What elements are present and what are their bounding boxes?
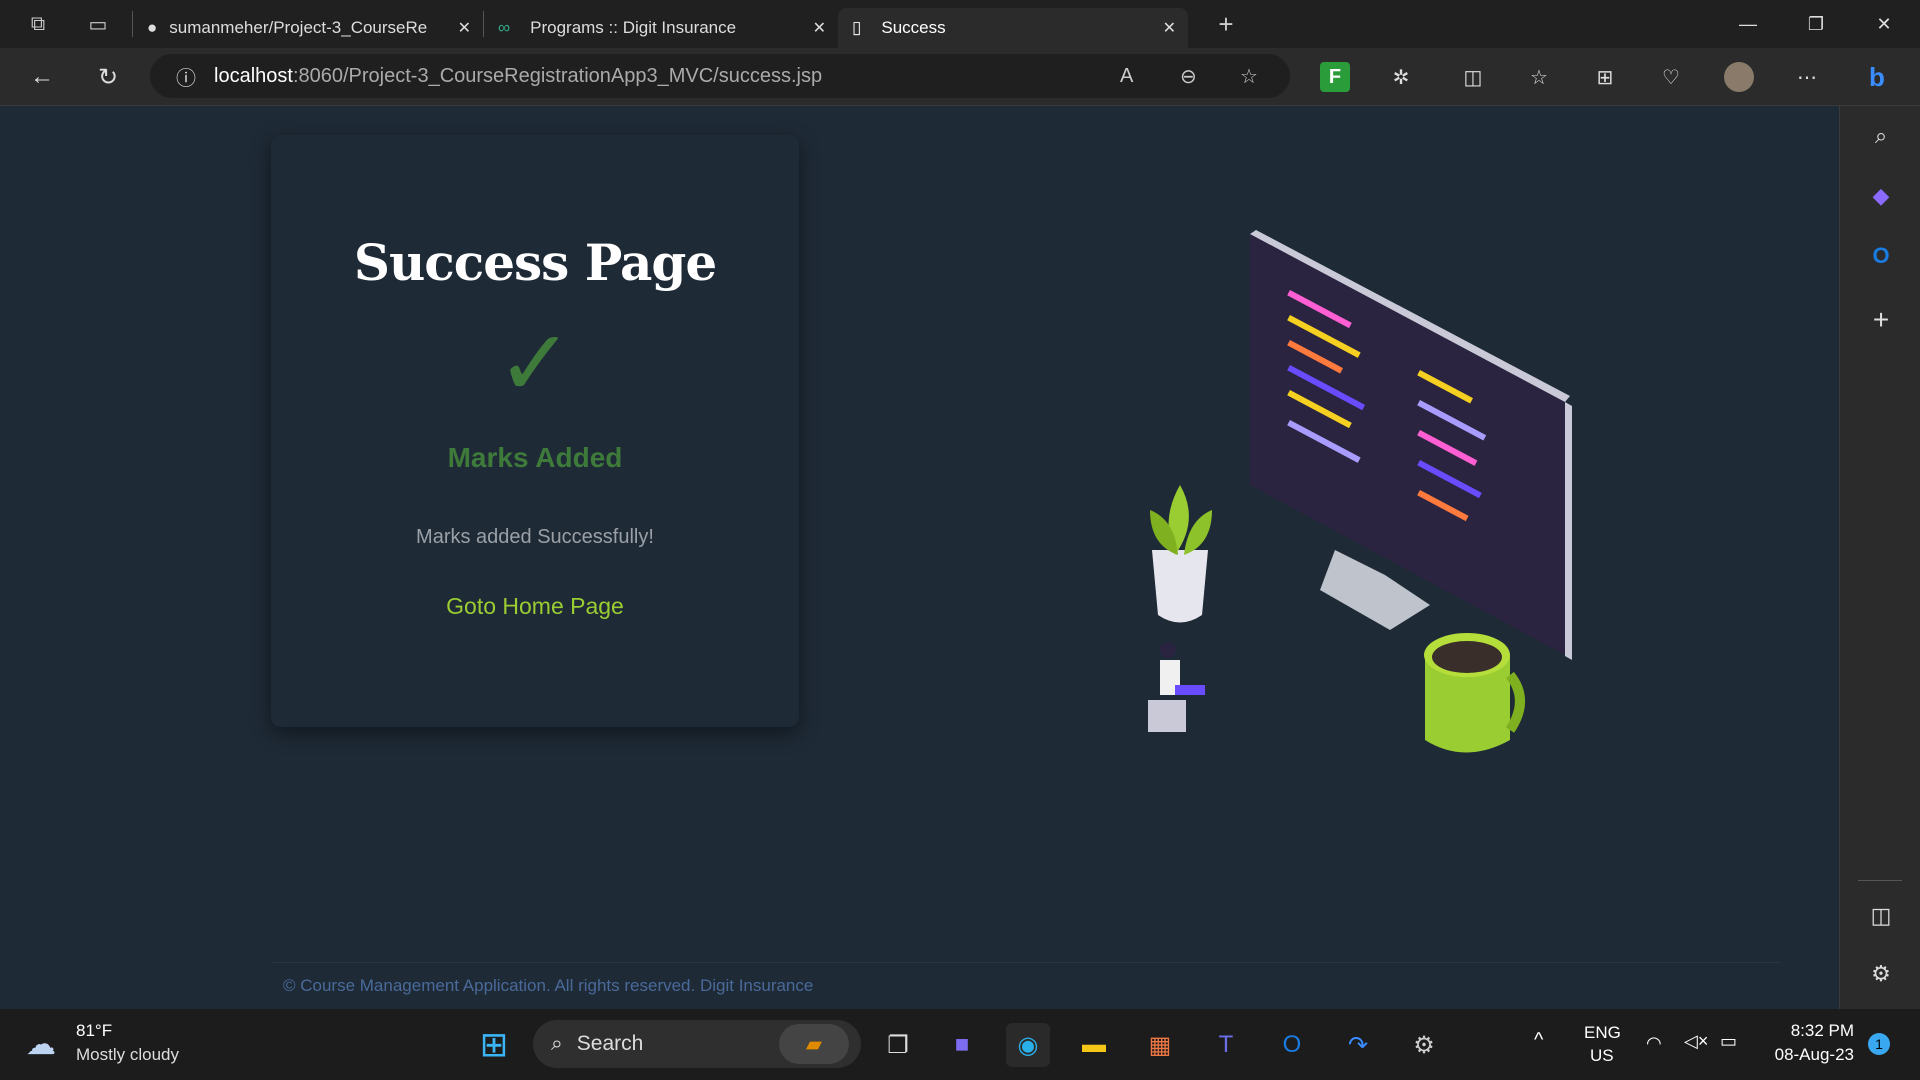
weather-temp[interactable]: 81°F <box>76 1021 112 1041</box>
settings-app-icon[interactable]: ⚙ <box>1402 1023 1446 1067</box>
footer-text: © Course Management Application. All rig… <box>283 976 814 995</box>
outlook-icon[interactable]: O <box>1865 240 1897 272</box>
edge-sidebar: ⌕ ◆ O + ◫ ⚙ <box>1839 106 1920 1009</box>
weather-desc[interactable]: Mostly cloudy <box>76 1045 179 1065</box>
extension-icon[interactable]: F <box>1320 62 1350 92</box>
tab-title: sumanmeher/Project-3_CourseRe <box>169 18 428 37</box>
weather-cloud-icon[interactable]: ☁ <box>26 1027 56 1062</box>
taskbar-search[interactable]: ⌕ Search ▰ <box>533 1020 861 1068</box>
minimize-icon[interactable]: — <box>1714 0 1782 48</box>
page-title: Success Page <box>353 233 717 292</box>
lang-2[interactable]: US <box>1590 1046 1614 1066</box>
battery-icon[interactable]: ▭ <box>1720 1031 1737 1052</box>
success-card: Success Page ✓ Marks Added Marks added S… <box>271 135 799 727</box>
store-icon[interactable]: ▦ <box>1138 1023 1182 1067</box>
search-label: Search <box>576 1032 644 1055</box>
chat-icon[interactable]: ■ <box>940 1023 984 1067</box>
briefcase-icon: ▰ <box>779 1024 849 1064</box>
new-tab-icon[interactable]: + <box>1206 4 1246 44</box>
close-tab-icon[interactable]: ✕ <box>1163 18 1176 38</box>
add-icon[interactable]: + <box>1865 304 1897 336</box>
copilot-icon[interactable]: ◆ <box>1865 180 1897 212</box>
page-icon: ▯ <box>852 18 862 37</box>
info-icon[interactable]: ⓘ <box>176 62 196 91</box>
link-icon: ∞ <box>498 18 511 37</box>
taskbar: ☁ 81°F Mostly cloudy ⊞ ⌕ Search ▰ ❐ ■ ◉ … <box>0 1009 1920 1080</box>
url-path: :8060/Project-3_CourseRegistrationApp3_M… <box>292 64 823 87</box>
refresh-icon[interactable]: ↻ <box>91 60 125 94</box>
show-hidden-icons[interactable]: ^ <box>1534 1029 1543 1052</box>
favorites-icon[interactable]: ☆ <box>1524 62 1554 92</box>
read-aloud-icon[interactable]: A <box>1120 65 1133 88</box>
profile-avatar[interactable] <box>1724 62 1754 92</box>
tab-bar: ⧉ ▭ ● sumanmeher/Project-3_CourseRe ✕ ∞ … <box>0 0 1920 48</box>
address-bar-row: ← ↻ ⓘ localhost:8060/Project-3_CourseReg… <box>0 48 1920 106</box>
restore-icon[interactable]: ❐ <box>1782 0 1850 48</box>
url-host: localhost <box>214 64 293 87</box>
outlook-app-icon[interactable]: O <box>1270 1023 1314 1067</box>
tab-digit[interactable]: ∞ Programs :: Digit Insurance ✕ <box>484 8 838 48</box>
search-icon[interactable]: ⌕ <box>1865 120 1897 152</box>
volume-muted-icon[interactable]: ◁× <box>1684 1031 1708 1052</box>
settings-gear-icon[interactable]: ⚙ <box>1865 958 1897 990</box>
edge-app-icon[interactable]: ◉ <box>1006 1023 1050 1067</box>
close-tab-icon[interactable]: ✕ <box>813 18 826 38</box>
file-explorer-icon[interactable]: ▬ <box>1072 1023 1116 1067</box>
extensions-puzzle-icon[interactable]: ✲ <box>1386 62 1416 92</box>
status-heading: Marks Added <box>447 442 623 473</box>
search-icon: ⌕ <box>551 1032 563 1055</box>
github-icon: ● <box>147 18 158 37</box>
zoom-out-icon[interactable]: ⊖ <box>1180 64 1197 89</box>
person-illustration <box>1148 642 1205 732</box>
success-message: Marks added Successfully! <box>416 526 654 548</box>
back-icon[interactable]: ← <box>25 60 59 94</box>
divider <box>1858 880 1902 881</box>
teams-icon[interactable]: T <box>1204 1023 1248 1067</box>
clock-time[interactable]: 8:32 PM <box>1780 1021 1854 1041</box>
close-tab-icon[interactable]: ✕ <box>458 18 471 38</box>
bing-copilot-icon[interactable]: b <box>1862 62 1892 92</box>
favorite-star-icon[interactable]: ☆ <box>1240 64 1258 89</box>
lang-1[interactable]: ENG <box>1584 1023 1621 1043</box>
url-input[interactable]: ⓘ localhost:8060/Project-3_CourseRegistr… <box>150 54 1290 98</box>
tab-success[interactable]: ▯ Success ✕ <box>838 8 1188 48</box>
tab-title: Programs :: Digit Insurance <box>530 18 737 37</box>
tab-actions-icon[interactable]: ▭ <box>78 4 118 44</box>
workspaces-icon[interactable]: ⧉ <box>18 4 58 44</box>
wifi-icon[interactable]: ◠ <box>1646 1033 1662 1054</box>
hide-sidebar-icon[interactable]: ◫ <box>1865 900 1897 932</box>
windows-start-icon[interactable]: ⊞ <box>472 1023 516 1067</box>
browser-essentials-icon[interactable]: ♡ <box>1656 62 1686 92</box>
tab-github[interactable]: ● sumanmeher/Project-3_CourseRe ✕ <box>133 8 483 48</box>
developer-illustration <box>1148 230 1572 753</box>
footer: © Course Management Application. All rig… <box>271 962 1781 1008</box>
more-icon[interactable]: ⋯ <box>1792 62 1822 92</box>
collections-icon[interactable]: ⊞ <box>1590 62 1620 92</box>
home-page-link[interactable]: Goto Home Page <box>446 593 624 620</box>
checkmark-icon: ✓ <box>496 310 574 417</box>
task-view-icon[interactable]: ❐ <box>876 1023 920 1067</box>
notification-badge[interactable]: 1 <box>1868 1033 1890 1055</box>
clock-date[interactable]: 08-Aug-23 <box>1764 1045 1854 1065</box>
split-screen-icon[interactable]: ◫ <box>1458 62 1488 92</box>
close-window-icon[interactable]: ✕ <box>1850 0 1918 48</box>
app-icon[interactable]: ↷ <box>1336 1023 1380 1067</box>
tab-title: Success <box>881 18 946 37</box>
mug-illustration <box>1424 633 1525 753</box>
plant-illustration <box>1150 485 1212 623</box>
